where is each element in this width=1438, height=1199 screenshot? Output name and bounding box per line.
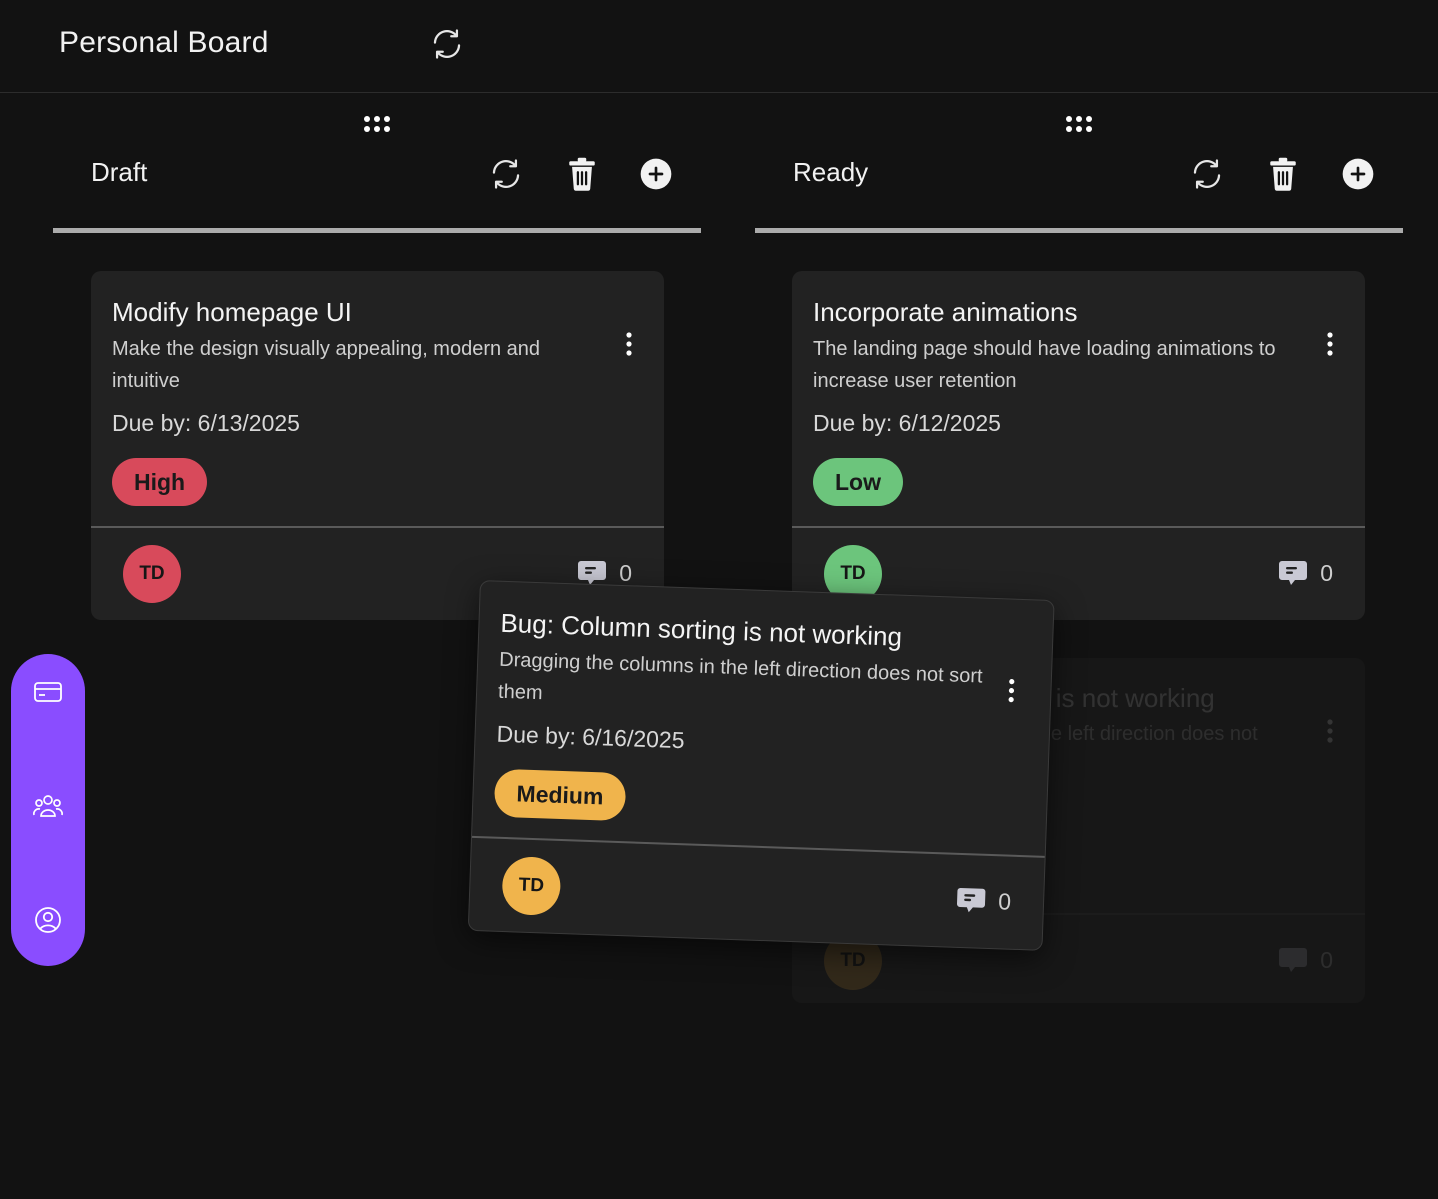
task-card[interactable]: Incorporate animations The landing page … [792,271,1365,620]
card-title: Modify homepage UI [112,297,352,327]
column-title: Draft [91,157,148,187]
card-menu-button[interactable] [1325,331,1335,357]
column-refresh-button[interactable] [487,155,525,193]
column-drag-handle[interactable] [362,113,392,135]
column-delete-button[interactable] [563,155,601,193]
trash-icon [569,157,595,191]
top-bar: Personal Board [0,0,1438,93]
nav-item-boards[interactable] [30,674,66,710]
drag-handle-icon [1066,116,1092,132]
column-divider [755,228,1403,233]
board-refresh-button[interactable] [428,25,466,63]
card-divider [91,526,664,528]
column-drag-handle[interactable] [1064,113,1094,135]
card-menu-button[interactable] [1006,677,1017,703]
plus-circle-icon [1342,158,1374,190]
refresh-icon [1193,159,1221,189]
side-nav [11,654,85,966]
board-title: Personal Board [59,26,269,59]
comment-count-value: 0 [997,887,1012,915]
refresh-icon [492,159,520,189]
comment-icon [1279,948,1308,972]
kebab-menu-icon [1327,719,1333,743]
card-divider [471,835,1045,858]
refresh-icon [433,29,461,59]
column-add-button[interactable] [637,155,675,193]
trash-icon [1270,157,1296,191]
kebab-menu-icon [1327,332,1333,356]
kebab-menu-icon [1008,679,1015,703]
card-title: Incorporate animations [813,297,1078,327]
priority-badge: High [112,458,208,506]
task-card[interactable]: Modify homepage UI Make the design visua… [91,271,664,620]
assignee-avatar[interactable]: TD [501,855,562,916]
comment-count-value: 0 [1320,946,1333,973]
nav-item-team[interactable] [30,788,66,824]
card-icon [34,682,62,702]
priority-badge: Low [813,458,903,506]
column-refresh-button[interactable] [1188,155,1226,193]
profile-icon [35,907,61,933]
column-divider [53,228,701,233]
card-due-date: Due by: 6/13/2025 [112,410,300,436]
comment-count: 0 [1278,946,1333,974]
comment-count-value: 0 [1320,559,1333,586]
comment-icon [957,887,986,913]
column-add-button[interactable] [1339,155,1377,193]
dragging-task-card[interactable]: Bug: Column sorting is not working Dragg… [467,580,1055,951]
card-divider [792,526,1365,528]
comment-icon [1279,561,1308,585]
column-delete-button[interactable] [1264,155,1302,193]
card-menu-button [1325,718,1335,744]
plus-circle-icon [640,158,672,190]
card-due-date: Due by: 6/12/2025 [813,410,1001,436]
drag-handle-icon [364,116,390,132]
comment-count[interactable]: 0 [956,886,1012,916]
team-icon [33,795,63,817]
column-title: Ready [793,157,869,187]
nav-item-profile[interactable] [30,902,66,938]
assignee-avatar[interactable]: TD [123,545,181,603]
comment-count-value: 0 [619,559,632,586]
comment-count[interactable]: 0 [1278,559,1333,587]
card-due-date: Due by: 6/16/2025 [496,720,685,754]
card-menu-button[interactable] [624,331,634,357]
kebab-menu-icon [626,332,632,356]
card-description: Dragging the columns in the left directi… [497,648,983,705]
card-description: Make the design visually appealing, mode… [112,338,541,392]
card-description: The landing page should have loading ani… [813,338,1276,392]
priority-badge: Medium [493,768,627,822]
